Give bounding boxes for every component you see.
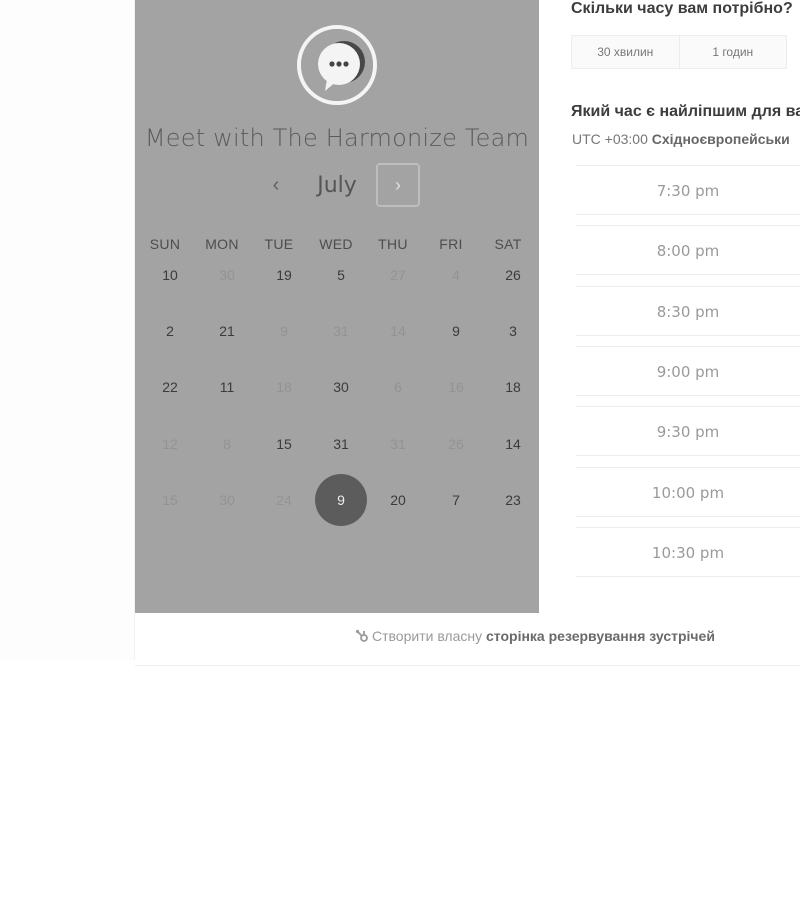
calendar-day[interactable]: 18 xyxy=(487,361,539,413)
calendar-day[interactable]: 2 xyxy=(144,305,196,357)
calendar-day[interactable]: 19 xyxy=(258,249,310,301)
calendar-day[interactable]: 27 xyxy=(372,249,424,301)
calendar-day[interactable]: 16 xyxy=(430,361,482,413)
calendar-day[interactable]: 12 xyxy=(144,418,196,470)
booking-page-link[interactable]: сторінка резервування зустрічей xyxy=(486,628,715,644)
duration-title: Скільки часу вам потрібно? xyxy=(571,0,793,17)
calendar-day[interactable]: 6 xyxy=(372,361,424,413)
calendar-day[interactable]: 22 xyxy=(144,361,196,413)
calendar-day[interactable]: 8 xyxy=(201,418,253,470)
calendar-day[interactable]: 14 xyxy=(372,305,424,357)
calendar-day[interactable]: 7 xyxy=(430,474,482,526)
calendar-day[interactable]: 9 xyxy=(430,305,482,357)
calendar-day[interactable]: 30 xyxy=(201,474,253,526)
duration-option-30min[interactable]: 30 хвилин xyxy=(572,36,680,68)
next-month-button[interactable]: › xyxy=(376,163,420,207)
calendar-day[interactable]: 5 xyxy=(315,249,367,301)
time-slot[interactable]: 8:30 pm xyxy=(576,286,800,336)
chat-avatar-icon xyxy=(297,25,377,105)
calendar-day[interactable]: 14 xyxy=(487,418,539,470)
time-select-title: Який час є найліпшим для ва xyxy=(571,103,800,120)
left-blank-panel xyxy=(0,0,135,660)
calendar-day[interactable]: 24 xyxy=(258,474,310,526)
timezone-name: Східноєвропейськи xyxy=(651,131,790,147)
time-slot[interactable]: 10:30 pm xyxy=(576,527,800,577)
calendar-day[interactable]: 10 xyxy=(144,249,196,301)
calendar-day[interactable]: 18 xyxy=(258,361,310,413)
footer-cta: Створити власну сторінка резервування зу… xyxy=(355,628,715,646)
calendar-day[interactable]: 31 xyxy=(372,418,424,470)
calendar-day[interactable]: 11 xyxy=(201,361,253,413)
time-slot[interactable]: 9:00 pm xyxy=(576,346,800,396)
calendar-day[interactable]: 26 xyxy=(430,418,482,470)
meeting-title: Meet with The Harmonize Team xyxy=(144,124,530,152)
time-slot[interactable]: 10:00 pm xyxy=(576,467,800,517)
footer-divider xyxy=(135,665,800,666)
calendar-day[interactable]: 21 xyxy=(201,305,253,357)
calendar-day[interactable]: 15 xyxy=(258,418,310,470)
time-slot[interactable]: 8:00 pm xyxy=(576,225,800,275)
duration-option-1hour[interactable]: 1 годин xyxy=(680,36,787,68)
calendar-day[interactable]: 15 xyxy=(144,474,196,526)
calendar-day[interactable]: 31 xyxy=(315,418,367,470)
calendar-day[interactable]: 26 xyxy=(487,249,539,301)
calendar-day[interactable]: 23 xyxy=(487,474,539,526)
time-slot[interactable]: 7:30 pm xyxy=(576,165,800,215)
timezone-selector[interactable]: UTC +03:00 Східноєвропейськи xyxy=(572,131,790,147)
calendar-day[interactable]: 9 xyxy=(258,305,310,357)
footer-prefix: Створити власну xyxy=(372,628,487,644)
calendar-day[interactable]: 4 xyxy=(430,249,482,301)
month-label: July xyxy=(317,173,357,198)
calendar-day[interactable]: 20 xyxy=(372,474,424,526)
time-slot[interactable]: 9:30 pm xyxy=(576,406,800,456)
calendar-day[interactable]: 30 xyxy=(315,361,367,413)
sprocket-icon xyxy=(355,629,369,646)
duration-selector: 30 хвилин 1 годин xyxy=(571,35,787,69)
timezone-offset: UTC +03:00 xyxy=(572,131,652,147)
calendar-day[interactable]: 31 xyxy=(315,305,367,357)
prev-month-button[interactable]: ‹ xyxy=(262,172,290,200)
calendar-day[interactable]: 30 xyxy=(201,249,253,301)
calendar-day[interactable]: 3 xyxy=(487,305,539,357)
calendar-day[interactable]: 9 xyxy=(315,474,367,526)
